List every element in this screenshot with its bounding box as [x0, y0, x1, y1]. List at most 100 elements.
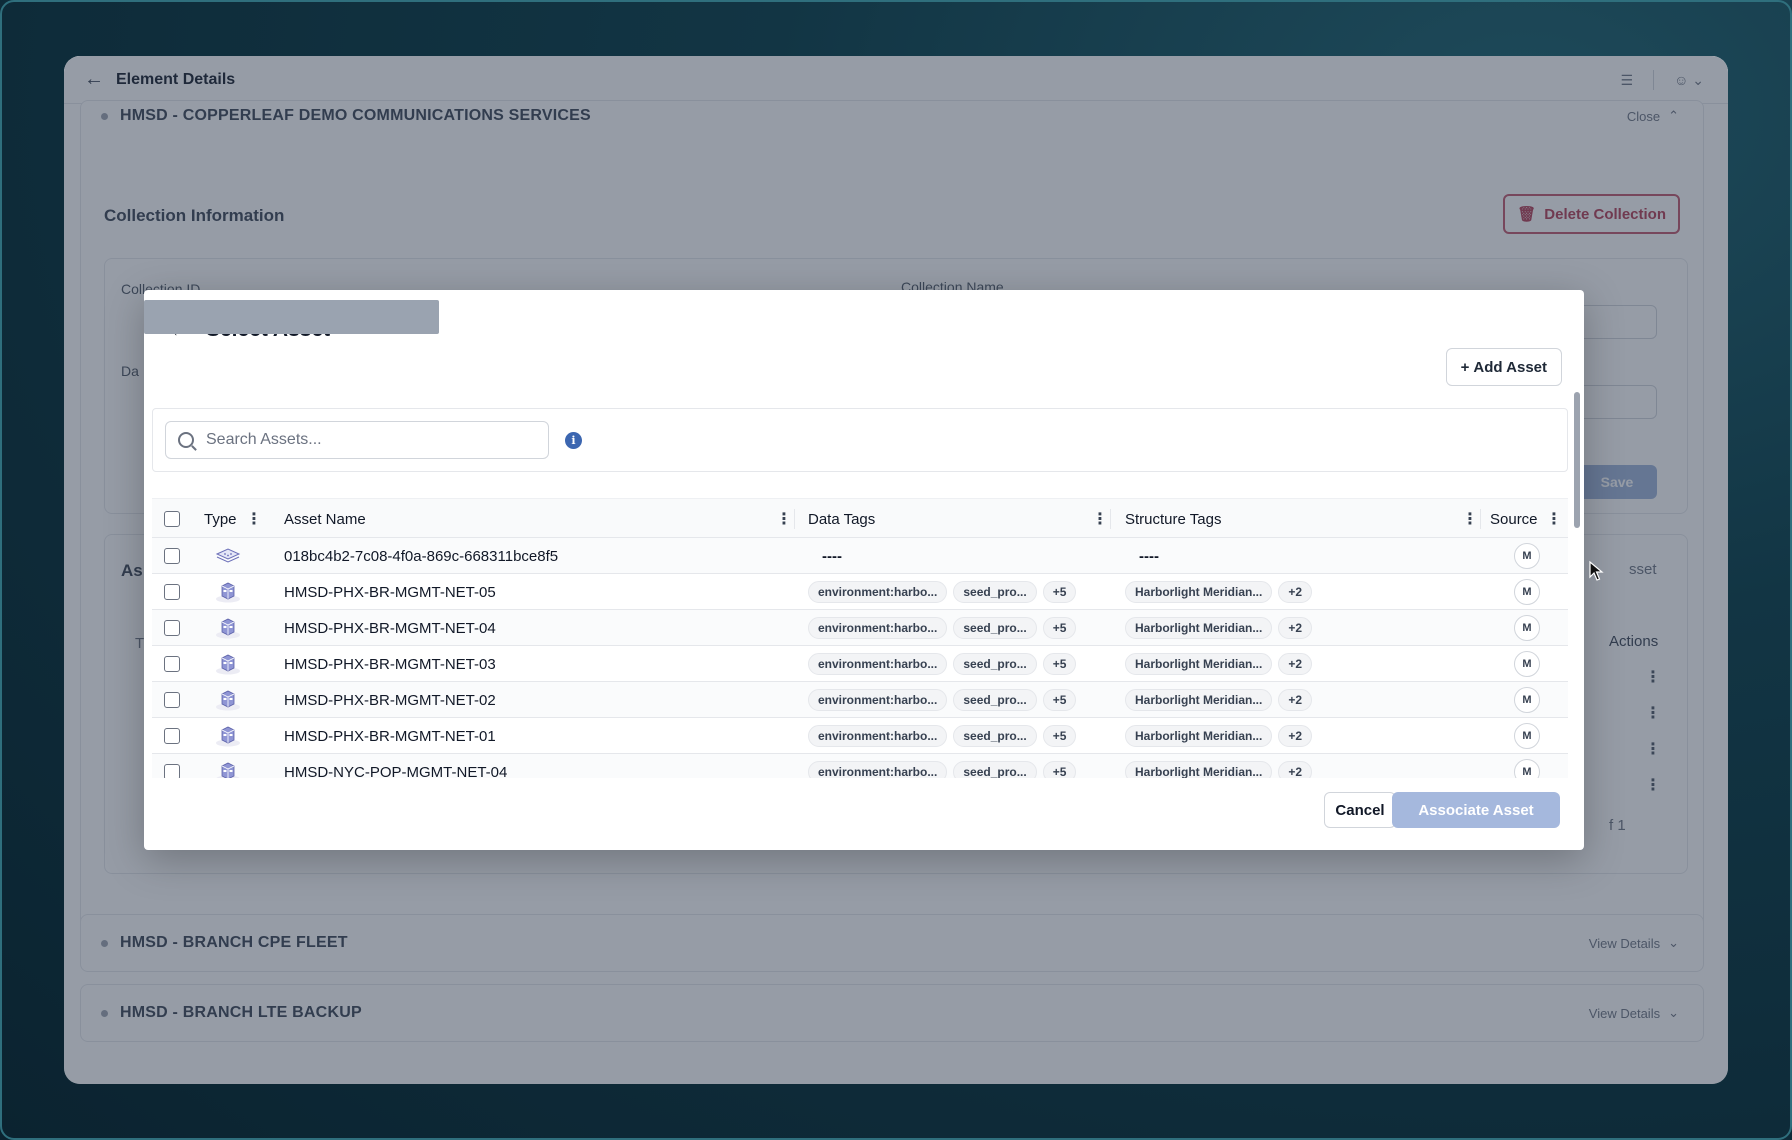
structure-tag-chip[interactable]: Harborlight Meridian...	[1125, 725, 1273, 747]
data-tags-empty: ----	[822, 547, 842, 565]
data-tag-chip[interactable]: seed_pro...	[953, 725, 1037, 747]
row-checkbox[interactable]	[164, 584, 180, 600]
structure-tag-more-chip[interactable]: +2	[1278, 581, 1313, 603]
source-badge: M	[1514, 651, 1540, 677]
table-row[interactable]: HMSD-NYC-POP-MGMT-NET-04 environment:har…	[152, 754, 1568, 778]
col-data-tags[interactable]: Data Tags	[808, 499, 875, 539]
data-tag-chip[interactable]: environment:harbo...	[808, 653, 948, 675]
data-tags-cell: environment:harbo... seed_pro... +5	[808, 754, 1082, 778]
structure-tags-cell: Harborlight Meridian... +2	[1125, 610, 1318, 646]
search-input[interactable]	[206, 431, 526, 449]
data-tag-more-chip[interactable]: +5	[1042, 689, 1077, 711]
data-tag-chip[interactable]: seed_pro...	[953, 581, 1037, 603]
data-tag-chip[interactable]: environment:harbo...	[808, 617, 948, 639]
select-asset-modal: ← Select Asset + Add Asset i Type ⋮ Asse…	[144, 290, 1584, 850]
source-cell: M	[1514, 538, 1540, 574]
structure-tag-more-chip[interactable]: +2	[1278, 725, 1313, 747]
asset-name: HMSD-PHX-BR-MGMT-NET-04	[284, 619, 496, 637]
table-row[interactable]: HMSD-PHX-BR-MGMT-NET-04 environment:harb…	[152, 610, 1568, 646]
column-divider[interactable]	[1480, 509, 1481, 529]
asset-name: HMSD-PHX-BR-MGMT-NET-05	[284, 583, 496, 601]
asset-name: HMSD-PHX-BR-MGMT-NET-02	[284, 691, 496, 709]
data-tag-chip[interactable]: environment:harbo...	[808, 725, 948, 747]
structure-tag-more-chip[interactable]: +2	[1278, 761, 1313, 778]
structure-tag-more-chip[interactable]: +2	[1278, 653, 1313, 675]
row-checkbox[interactable]	[164, 764, 180, 778]
column-menu-icon[interactable]: ⋮	[1092, 509, 1108, 529]
add-asset-button[interactable]: + Add Asset	[1445, 348, 1562, 386]
data-tags-cell: environment:harbo... seed_pro... +5	[808, 610, 1082, 646]
source-cell: M	[1514, 682, 1540, 718]
info-icon[interactable]: i	[565, 432, 582, 449]
source-cell: M	[1514, 718, 1540, 754]
structure-tags-cell: Harborlight Meridian... +2	[1125, 646, 1318, 682]
asset-name: HMSD-NYC-POP-MGMT-NET-04	[284, 763, 508, 779]
data-tag-chip[interactable]: environment:harbo...	[808, 689, 948, 711]
source-cell: M	[1514, 754, 1540, 778]
column-menu-icon[interactable]: ⋮	[246, 509, 262, 529]
structure-tag-chip[interactable]: Harborlight Meridian...	[1125, 581, 1273, 603]
structure-tags-cell: Harborlight Meridian... +2	[1125, 682, 1318, 718]
data-tag-chip[interactable]: seed_pro...	[953, 689, 1037, 711]
data-tag-chip[interactable]: seed_pro...	[953, 761, 1037, 778]
data-tag-chip[interactable]: environment:harbo...	[808, 581, 948, 603]
source-cell: M	[1514, 574, 1540, 610]
column-menu-icon[interactable]: ⋮	[1462, 509, 1478, 529]
table-row[interactable]: 018bc4b2-7c08-4f0a-869c-668311bce8f5 ---…	[152, 538, 1568, 574]
col-source[interactable]: Source	[1490, 499, 1538, 539]
mouse-cursor-icon	[1589, 560, 1604, 581]
table-row[interactable]: HMSD-PHX-BR-MGMT-NET-02 environment:harb…	[152, 682, 1568, 718]
structure-tag-chip[interactable]: Harborlight Meridian...	[1125, 689, 1273, 711]
asset-name: HMSD-PHX-BR-MGMT-NET-01	[284, 727, 496, 745]
data-tag-more-chip[interactable]: +5	[1042, 617, 1077, 639]
data-tag-more-chip[interactable]: +5	[1042, 581, 1077, 603]
table-row[interactable]: HMSD-PHX-BR-MGMT-NET-05 environment:harb…	[152, 574, 1568, 610]
select-all-cell	[164, 499, 180, 539]
network-icon	[214, 646, 242, 682]
structure-tag-chip[interactable]: Harborlight Meridian...	[1125, 761, 1273, 778]
row-select-cell	[164, 574, 180, 610]
row-checkbox[interactable]	[164, 620, 180, 636]
structure-tag-chip[interactable]: Harborlight Meridian...	[1125, 617, 1273, 639]
structure-tags-empty: ----	[1139, 547, 1159, 565]
network-icon	[214, 682, 242, 718]
select-all-checkbox[interactable]	[164, 511, 180, 527]
row-checkbox[interactable]	[164, 728, 180, 744]
structure-tag-more-chip[interactable]: +2	[1278, 689, 1313, 711]
col-asset-name[interactable]: Asset Name	[284, 499, 366, 539]
column-menu-icon[interactable]: ⋮	[776, 509, 792, 529]
associate-asset-button[interactable]: Associate Asset	[1392, 792, 1560, 828]
row-checkbox[interactable]	[164, 548, 180, 564]
data-tag-chip[interactable]: environment:harbo...	[808, 761, 948, 778]
structure-tags-cell: ----	[1125, 538, 1159, 574]
column-divider[interactable]	[1110, 509, 1111, 529]
source-badge: M	[1514, 687, 1540, 713]
asset-table: Type ⋮ Asset Name ⋮ Data Tags ⋮ Structur…	[152, 498, 1568, 778]
col-structure-tags[interactable]: Structure Tags	[1125, 499, 1221, 539]
cancel-button[interactable]: Cancel	[1324, 792, 1396, 828]
table-header: Type ⋮ Asset Name ⋮ Data Tags ⋮ Structur…	[152, 498, 1568, 538]
row-checkbox[interactable]	[164, 656, 180, 672]
search-box[interactable]	[165, 421, 549, 459]
data-tag-more-chip[interactable]: +5	[1042, 725, 1077, 747]
source-badge: M	[1514, 759, 1540, 778]
asset-name: 018bc4b2-7c08-4f0a-869c-668311bce8f5	[284, 547, 559, 565]
scrollbar[interactable]	[1574, 392, 1580, 528]
column-divider[interactable]	[794, 509, 795, 529]
data-tag-chip[interactable]: seed_pro...	[953, 617, 1037, 639]
search-icon	[178, 432, 194, 448]
table-row[interactable]: HMSD-PHX-BR-MGMT-NET-01 environment:harb…	[152, 718, 1568, 754]
structure-tag-more-chip[interactable]: +2	[1278, 617, 1313, 639]
table-row[interactable]: HMSD-PHX-BR-MGMT-NET-03 environment:harb…	[152, 646, 1568, 682]
source-badge: M	[1514, 579, 1540, 605]
row-select-cell	[164, 646, 180, 682]
data-tags-cell: environment:harbo... seed_pro... +5	[808, 718, 1082, 754]
data-tag-more-chip[interactable]: +5	[1042, 761, 1077, 778]
column-menu-icon[interactable]: ⋮	[1546, 509, 1562, 529]
structure-tag-chip[interactable]: Harborlight Meridian...	[1125, 653, 1273, 675]
data-tag-chip[interactable]: seed_pro...	[953, 653, 1037, 675]
data-tags-cell: ----	[808, 538, 842, 574]
data-tag-more-chip[interactable]: +5	[1042, 653, 1077, 675]
col-type[interactable]: Type	[204, 499, 237, 539]
row-checkbox[interactable]	[164, 692, 180, 708]
